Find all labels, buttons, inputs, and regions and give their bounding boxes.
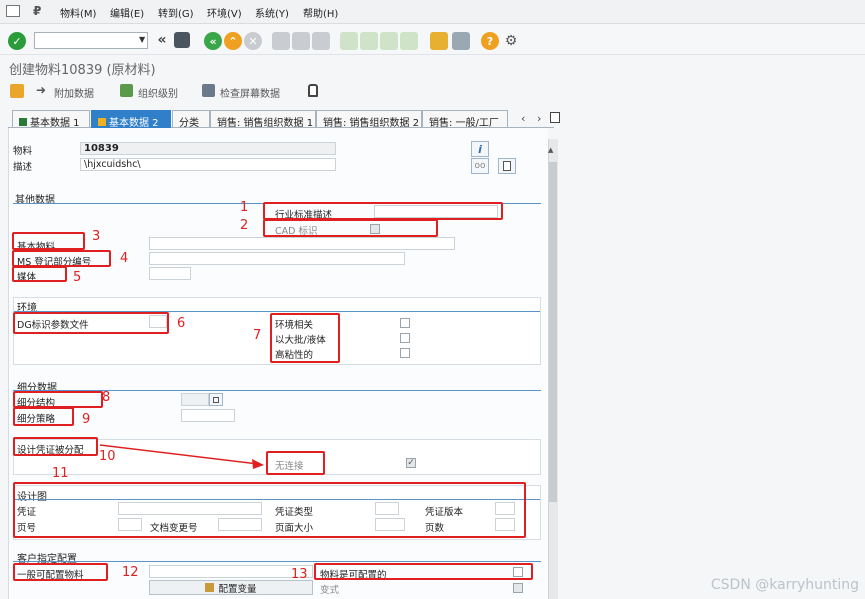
watermark: CSDN @karryhunting <box>710 577 859 593</box>
annotation-number-4: 4 <box>120 251 129 266</box>
annotation-number-10: 10 <box>99 449 116 464</box>
annotation-number-12: 12 <box>122 565 139 580</box>
annotation-number-11: 11 <box>52 466 69 481</box>
annotation-number-5: 5 <box>73 270 82 285</box>
annotation-number-7: 7 <box>253 328 262 343</box>
annotation-number-1: 1 <box>240 200 249 215</box>
annotation-number-6: 6 <box>177 316 186 331</box>
annotation-arrow <box>99 444 264 469</box>
annotation-number-3: 3 <box>92 229 101 244</box>
annotation-number-8: 8 <box>102 390 111 405</box>
annotation-number-9: 9 <box>82 412 91 427</box>
annotation-number-13: 13 <box>291 567 308 582</box>
annotation-number-2: 2 <box>240 218 249 233</box>
